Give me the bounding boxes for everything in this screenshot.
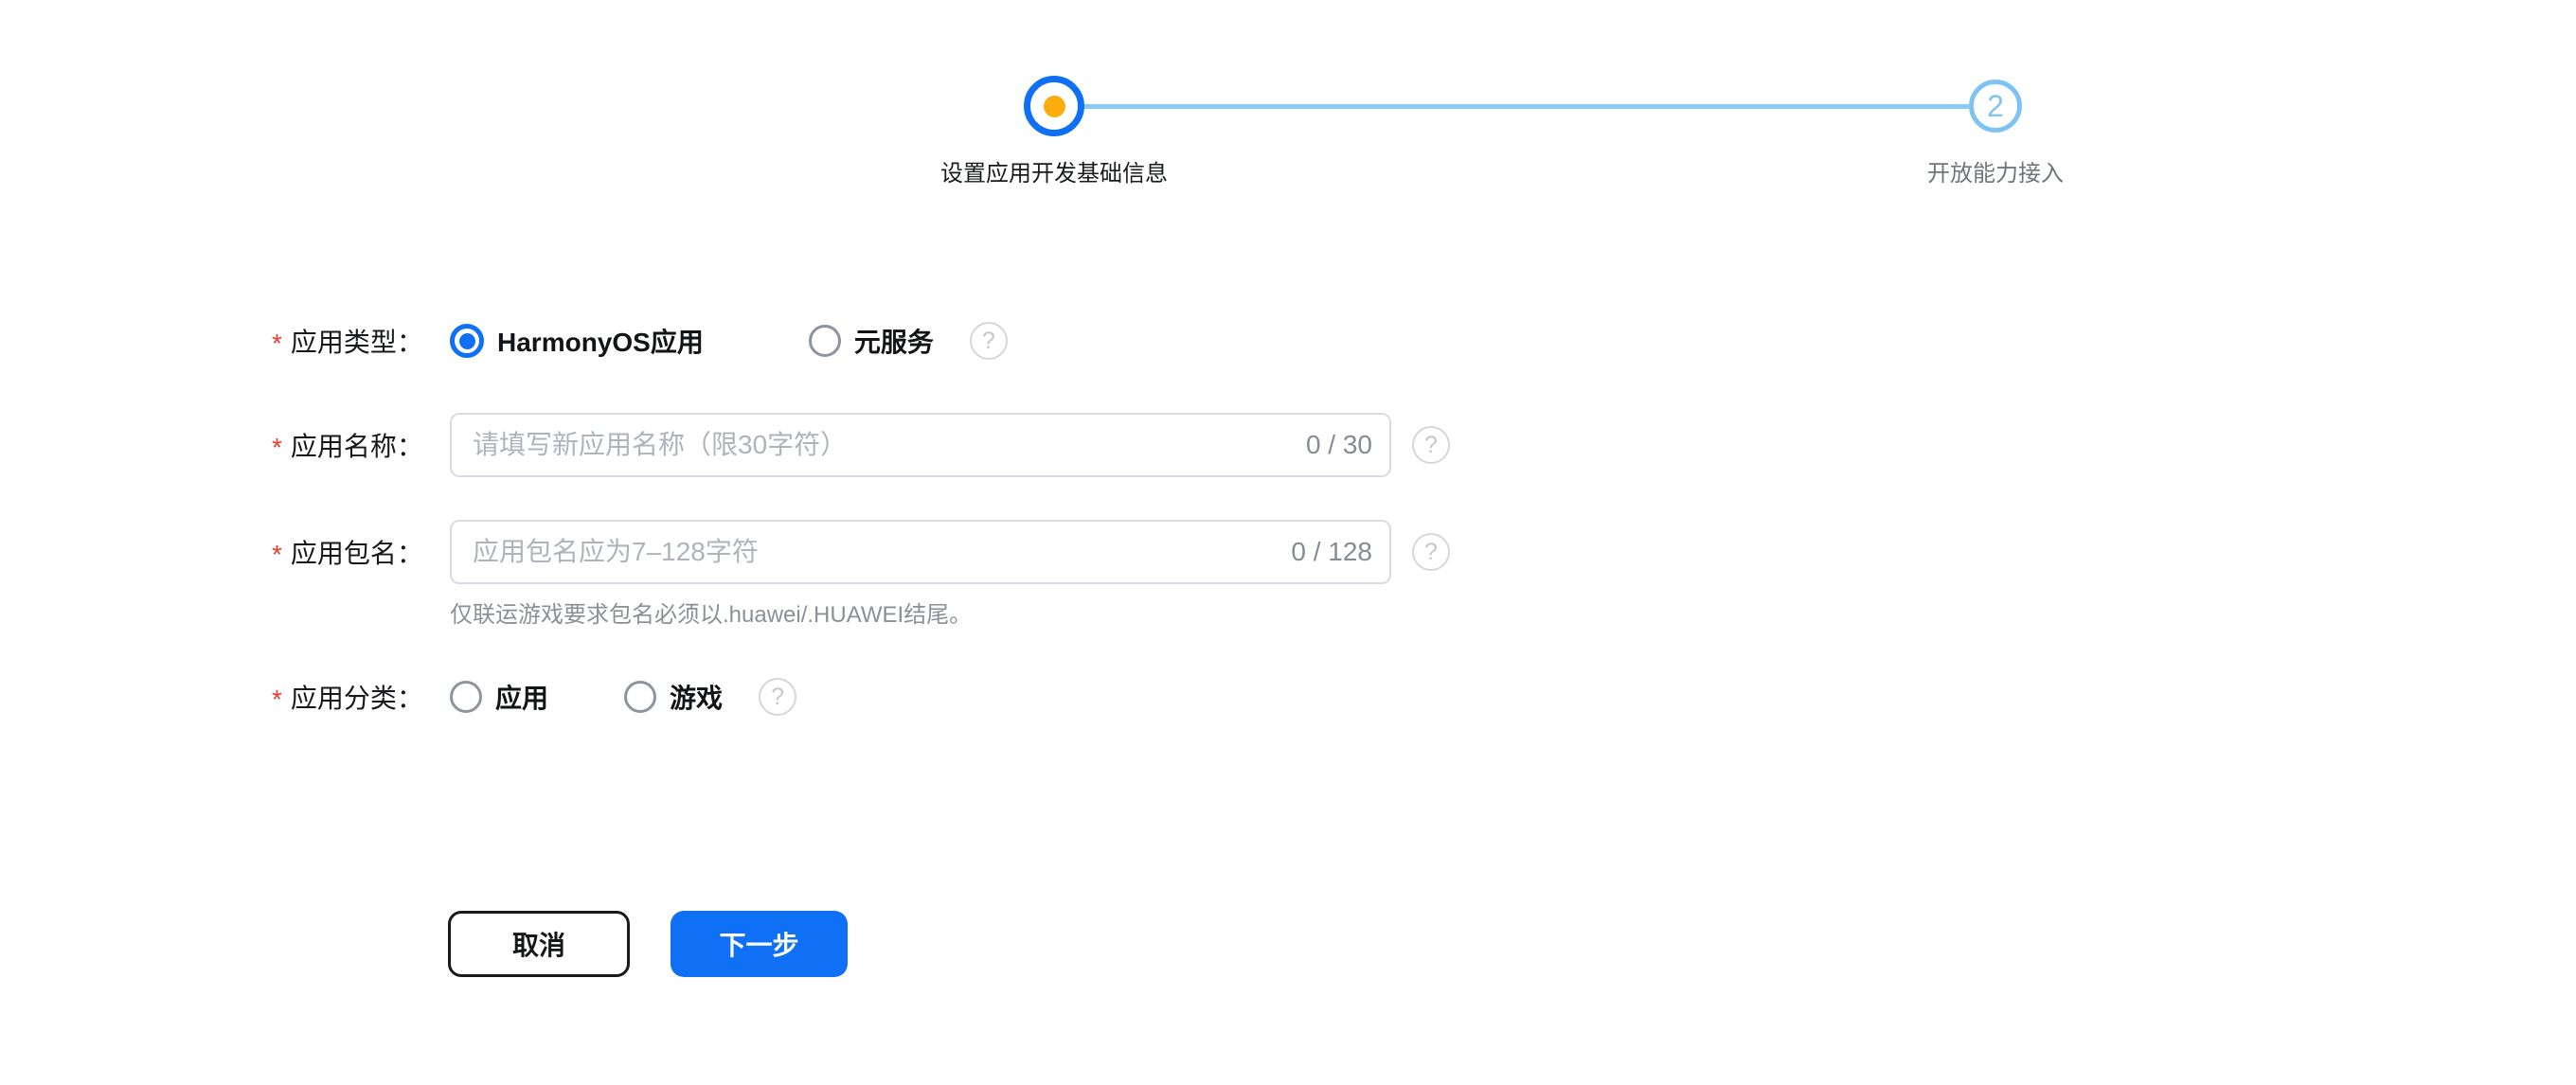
radio-icon-app[interactable] — [450, 681, 482, 713]
app-type-row: * 应用类型： HarmonyOS应用 元服务 ? — [272, 322, 1008, 360]
app-type-help-icon[interactable]: ? — [970, 322, 1008, 360]
package-name-label: * 应用包名： — [272, 520, 450, 584]
radio-label-app[interactable]: 应用 — [495, 678, 548, 716]
step-2-number: 2 — [1987, 89, 2004, 124]
step-2-indicator: 2 — [1969, 80, 2022, 133]
app-name-label-text: 应用名称： — [291, 426, 423, 464]
stepper-connector-line — [1084, 104, 1969, 109]
package-name-help-icon[interactable]: ? — [1412, 533, 1450, 571]
radio-selected-dot-icon — [459, 333, 475, 349]
radio-icon-atomic-service[interactable] — [809, 325, 841, 357]
package-name-input[interactable] — [450, 520, 1391, 584]
radio-icon-harmonyos-app[interactable] — [450, 324, 484, 358]
next-step-button[interactable]: 下一步 — [671, 911, 848, 977]
package-name-field-wrapper: 0 / 128 — [450, 520, 1391, 584]
app-name-row: * 应用名称： 0 / 30 ? — [272, 413, 1450, 477]
package-name-row: * 应用包名： 0 / 128 ? 仅联运游戏要求包名必须以.huawei/.H… — [272, 520, 1450, 629]
new-app-wizard-page: 2 设置应用开发基础信息 开放能力接入 * 应用类型： HarmonyOS应用 … — [0, 0, 2576, 1085]
step-2-label: 开放能力接入 — [1927, 154, 2064, 187]
form-actions: 取消 下一步 — [448, 911, 848, 977]
radio-label-harmonyos-app[interactable]: HarmonyOS应用 — [497, 322, 704, 360]
radio-option-harmonyos-app[interactable]: HarmonyOS应用 — [450, 322, 704, 360]
app-name-field-wrapper: 0 / 30 — [450, 413, 1391, 477]
required-asterisk: * — [272, 686, 282, 713]
package-name-hint: 仅联运游戏要求包名必须以.huawei/.HUAWEI结尾。 — [450, 596, 1450, 629]
required-asterisk: * — [272, 435, 282, 461]
app-category-help-icon[interactable]: ? — [759, 678, 796, 716]
radio-icon-game[interactable] — [624, 681, 656, 713]
radio-label-game[interactable]: 游戏 — [670, 678, 723, 716]
step-1-label: 设置应用开发基础信息 — [940, 154, 1168, 187]
app-type-label: * 应用类型： — [272, 322, 450, 360]
required-asterisk: * — [272, 330, 282, 357]
radio-option-app[interactable]: 应用 — [450, 678, 548, 716]
required-asterisk: * — [272, 542, 282, 568]
radio-label-atomic-service[interactable]: 元服务 — [854, 322, 934, 360]
step-1-active-dot-icon — [1044, 96, 1065, 117]
step-1-indicator — [1024, 76, 1084, 136]
package-name-label-text: 应用包名： — [291, 533, 423, 571]
cancel-button[interactable]: 取消 — [448, 911, 630, 977]
app-category-label-text: 应用分类： — [291, 678, 423, 716]
radio-option-game[interactable]: 游戏 — [624, 678, 723, 716]
radio-option-atomic-service[interactable]: 元服务 — [809, 322, 934, 360]
app-category-row: * 应用分类： 应用 游戏 ? — [272, 678, 796, 716]
app-name-input[interactable] — [450, 413, 1391, 477]
app-name-help-icon[interactable]: ? — [1412, 426, 1450, 464]
app-name-label: * 应用名称： — [272, 426, 450, 464]
app-type-label-text: 应用类型： — [291, 322, 423, 360]
app-category-label: * 应用分类： — [272, 678, 450, 716]
